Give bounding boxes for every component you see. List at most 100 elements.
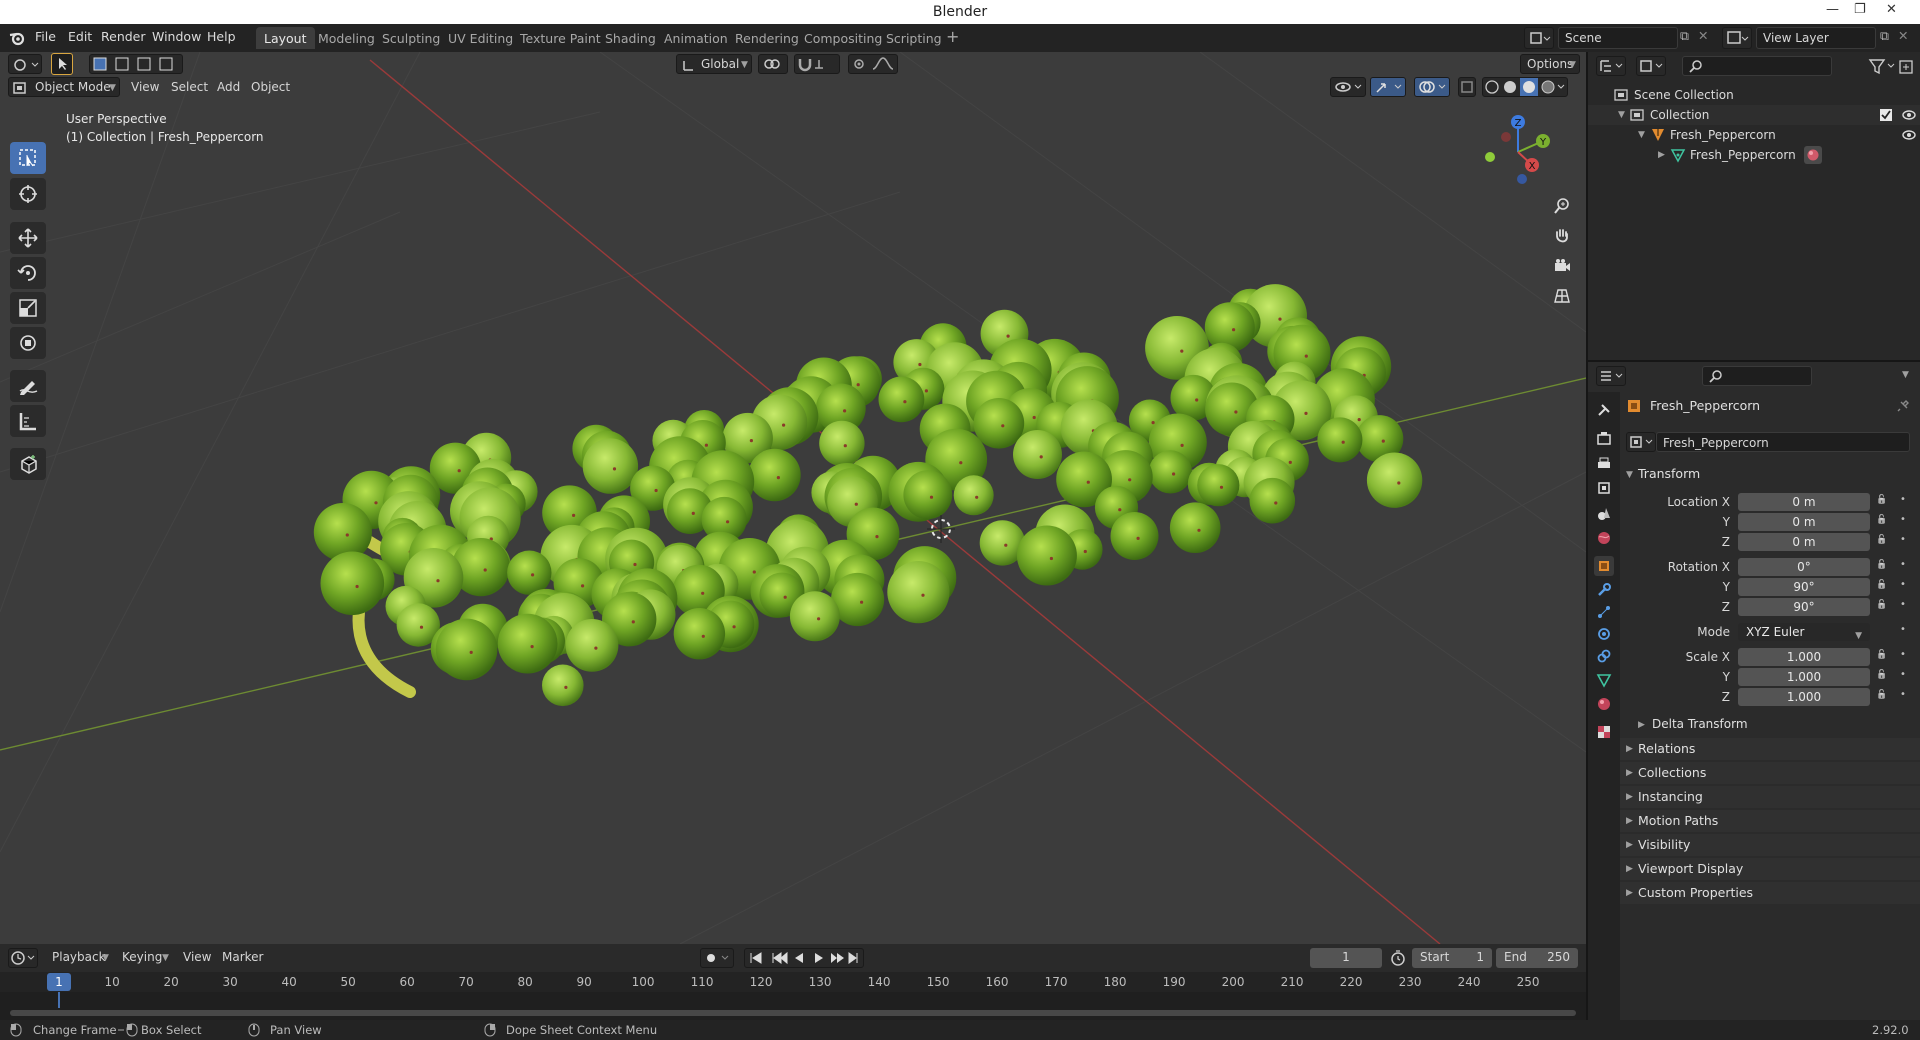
tool-add-cube[interactable] <box>10 448 46 480</box>
tab-material[interactable] <box>1594 694 1614 714</box>
tab-modeling[interactable]: Modeling <box>310 27 383 49</box>
proportional-editing-controls[interactable] <box>848 54 898 74</box>
new-collection-icon[interactable] <box>1898 59 1914 75</box>
keyframe-dot-icon[interactable]: • <box>1900 624 1906 635</box>
panel-visibility[interactable]: ▶ Visibility <box>1620 834 1920 856</box>
pin-icon[interactable] <box>1896 399 1910 413</box>
start-frame-field[interactable]: Start 1 <box>1412 948 1492 968</box>
tab-output[interactable] <box>1594 454 1614 474</box>
eye-icon[interactable] <box>1901 108 1917 122</box>
new-scene-icon[interactable]: ⧉ <box>1680 28 1689 44</box>
zoom-view-button[interactable] <box>1548 192 1576 220</box>
tab-view-layer[interactable] <box>1594 478 1614 498</box>
tab-constraints[interactable] <box>1594 646 1614 666</box>
lock-icon[interactable]: 🔓 <box>1876 600 1887 610</box>
object-name-field[interactable]: Fresh_Peppercorn <box>1656 432 1910 452</box>
keyframe-dot-icon[interactable]: • <box>1900 559 1906 570</box>
panel-relations[interactable]: ▶ Relations <box>1620 738 1920 760</box>
outliner-row-mesh[interactable]: ▶ Fresh_Peppercorn <box>1588 145 1920 165</box>
viewport-menu-select[interactable]: Select <box>171 80 208 94</box>
menu-help[interactable]: Help <box>207 29 236 44</box>
viewport-menu-object[interactable]: Object <box>251 80 290 94</box>
tab-uv-editing[interactable]: UV Editing <box>440 27 521 49</box>
lock-icon[interactable]: 🔓 <box>1876 495 1887 505</box>
outliner-search-input[interactable] <box>1682 56 1832 76</box>
view-layer-browse-button[interactable] <box>1722 27 1752 49</box>
filter-icon[interactable] <box>1868 58 1898 76</box>
3d-viewport[interactable]: Global ▼ Options ▼ Object Mode ▼ View Se… <box>0 52 1586 944</box>
expand-arrow-icon[interactable]: ▼ <box>1638 130 1645 140</box>
properties-editor-type-button[interactable] <box>1596 366 1626 386</box>
timeline-menu-view[interactable]: View <box>183 950 211 964</box>
rotation-y-field[interactable]: 90° <box>1738 578 1870 596</box>
xray-toggle[interactable] <box>1458 77 1476 97</box>
timeline-ruler[interactable]: 1 10 20 30 40 50 60 70 80 90 100 110 120 130 140 150 160… <box>0 972 1586 992</box>
tab-layout[interactable]: Layout <box>256 27 315 49</box>
keyframe-dot-icon[interactable]: • <box>1900 689 1906 700</box>
lock-icon[interactable]: 🔓 <box>1876 560 1887 570</box>
panel-custom-properties[interactable]: ▶ Custom Properties <box>1620 882 1920 904</box>
outliner-row-object[interactable]: ▼ Fresh_Peppercorn <box>1588 125 1920 145</box>
viewport-menu-add[interactable]: Add <box>217 80 240 94</box>
properties-search-input[interactable] <box>1702 366 1812 386</box>
tab-particles[interactable] <box>1594 602 1614 622</box>
tab-animation[interactable]: Animation <box>656 27 736 49</box>
checkbox-checked-icon[interactable] <box>1879 108 1893 122</box>
timeline-editor-type-button[interactable] <box>8 948 38 968</box>
panel-viewport-display[interactable]: ▶ Viewport Display <box>1620 858 1920 880</box>
outliner-row-collection[interactable]: ▼ Collection <box>1588 105 1920 125</box>
selection-mode-buttons[interactable] <box>89 54 183 74</box>
tab-rendering[interactable]: Rendering <box>727 27 807 49</box>
scale-x-field[interactable]: 1.000 <box>1738 648 1870 666</box>
eye-icon[interactable] <box>1901 128 1917 142</box>
tab-texture[interactable] <box>1594 722 1614 742</box>
scene-browse-button[interactable] <box>1524 27 1554 49</box>
timeline-track-area[interactable] <box>0 992 1586 1020</box>
timeline-menu-marker[interactable]: Marker <box>222 950 263 964</box>
gizmo-toggle[interactable] <box>1370 77 1406 97</box>
rotation-z-field[interactable]: 90° <box>1738 598 1870 616</box>
scale-y-field[interactable]: 1.000 <box>1738 668 1870 686</box>
keyframe-dot-icon[interactable]: • <box>1900 514 1906 525</box>
stopwatch-icon[interactable] <box>1388 948 1408 968</box>
location-x-field[interactable]: 0 m <box>1738 493 1870 511</box>
keyframe-dot-icon[interactable]: • <box>1900 669 1906 680</box>
lock-icon[interactable]: 🔓 <box>1876 670 1887 680</box>
lock-icon[interactable]: 🔓 <box>1876 515 1887 525</box>
delete-scene-icon[interactable]: ✕ <box>1698 28 1708 43</box>
blender-logo-icon[interactable] <box>9 30 25 46</box>
tool-select-box[interactable] <box>10 142 46 174</box>
close-button[interactable]: ✕ <box>1886 2 1897 17</box>
pivot-point-dropdown[interactable] <box>758 54 788 74</box>
end-frame-field[interactable]: End 250 <box>1496 948 1578 968</box>
visibility-dropdown[interactable] <box>1330 77 1366 97</box>
lock-icon[interactable]: 🔓 <box>1876 650 1887 660</box>
tab-modifiers[interactable] <box>1594 580 1614 600</box>
tab-mesh-data[interactable] <box>1594 670 1614 690</box>
maximize-button[interactable]: ❐ <box>1854 2 1866 17</box>
panel-motion-paths[interactable]: ▶ Motion Paths <box>1620 810 1920 832</box>
tab-compositing[interactable]: Compositing <box>796 27 890 49</box>
location-z-field[interactable]: 0 m <box>1738 533 1870 551</box>
outliner-editor-type-button[interactable] <box>1596 56 1626 76</box>
display-mode-button[interactable] <box>1636 56 1666 76</box>
timeline-menu-playback[interactable]: Playback <box>52 950 106 964</box>
panel-instancing[interactable]: ▶ Instancing <box>1620 786 1920 808</box>
keyframe-dot-icon[interactable]: • <box>1900 494 1906 505</box>
panel-collections[interactable]: ▶ Collections <box>1620 762 1920 784</box>
lock-icon[interactable]: 🔓 <box>1876 690 1887 700</box>
menu-file[interactable]: File <box>35 29 56 44</box>
keyframe-dot-icon[interactable]: • <box>1900 534 1906 545</box>
select-tool-toggle[interactable] <box>51 53 73 75</box>
current-frame-field[interactable]: 1 <box>1310 948 1382 968</box>
delete-view-layer-icon[interactable]: ✕ <box>1898 28 1908 43</box>
add-workspace-icon[interactable]: + <box>946 27 959 46</box>
tab-scripting[interactable]: Scripting <box>878 27 950 49</box>
timeline-menu-keying[interactable]: Keying <box>122 950 162 964</box>
transform-panel-title[interactable]: Transform <box>1638 466 1700 481</box>
viewport-menu-view[interactable]: View <box>131 80 159 94</box>
tab-scene[interactable] <box>1594 504 1614 524</box>
tool-move[interactable] <box>10 222 46 254</box>
scene-name-field[interactable]: Scene <box>1558 27 1678 49</box>
menu-render[interactable]: Render <box>101 29 146 44</box>
